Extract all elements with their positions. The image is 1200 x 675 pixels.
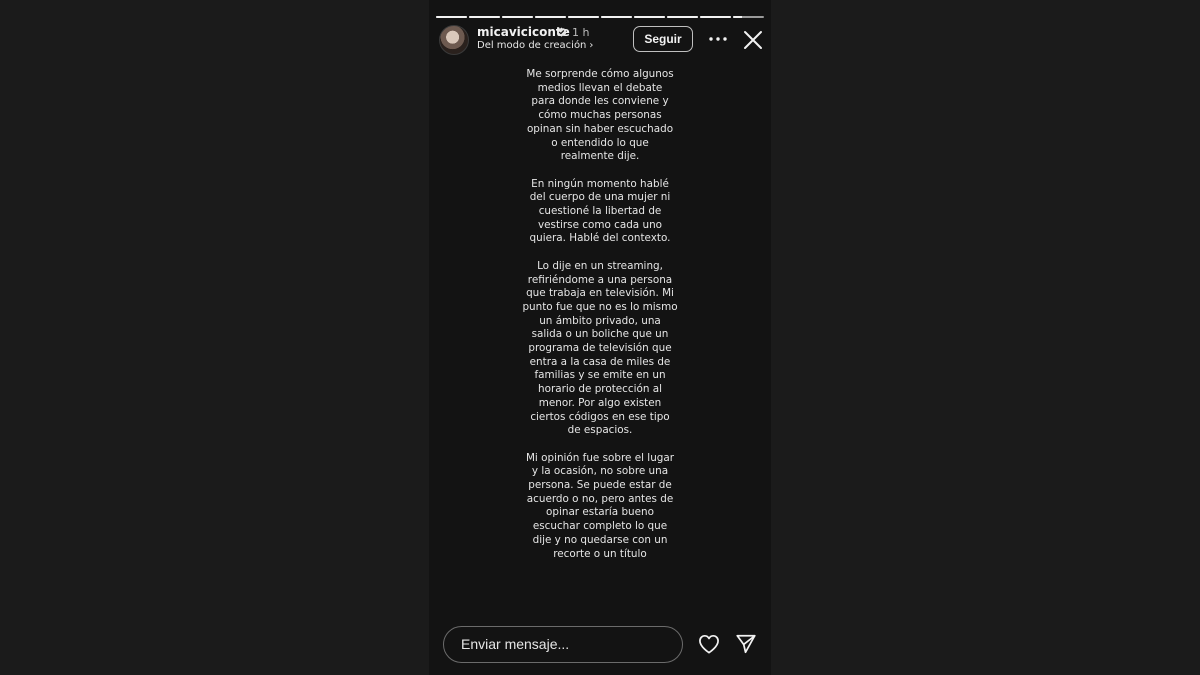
- story-progress-segment: [634, 16, 665, 18]
- follow-button[interactable]: Seguir: [633, 26, 693, 52]
- heart-icon[interactable]: [698, 634, 720, 654]
- send-message-input[interactable]: Enviar mensaje...: [443, 626, 683, 663]
- story-paragraph-2: En ningún momento hablé del cuerpo de un…: [529, 177, 671, 245]
- creation-mode-label: Del modo de creación: [477, 40, 587, 51]
- story-paragraph-1: Me sorprende cómo algunos medios llevan …: [526, 68, 674, 163]
- post-time: 1 h: [572, 26, 590, 39]
- story-footer: Enviar mensaje...: [429, 617, 771, 675]
- send-icon[interactable]: [735, 633, 757, 655]
- story-progress-segment: [601, 16, 632, 18]
- story-progress-segment: [535, 16, 566, 18]
- story-progress-fill: [469, 16, 500, 18]
- more-horizontal-icon[interactable]: [708, 31, 728, 47]
- story-progress-fill: [601, 16, 632, 18]
- avatar[interactable]: [439, 25, 469, 55]
- story-progress-fill: [568, 16, 599, 18]
- story-progress-fill: [733, 16, 743, 18]
- story-viewer: micaviciconte 1 h Del modo de creación › …: [429, 0, 771, 675]
- story-progress-segment: [436, 16, 467, 18]
- story-progress-fill: [634, 16, 665, 18]
- story-paragraph-4: Mi opinión fue sobre el lugar y la ocasi…: [525, 451, 675, 560]
- story-progress-fill: [502, 16, 533, 18]
- close-icon[interactable]: [743, 30, 763, 50]
- story-progress-fill: [700, 16, 731, 18]
- story-progress-fill: [535, 16, 566, 18]
- verified-badge-icon: [556, 27, 567, 37]
- story-progress-segment: [568, 16, 599, 18]
- story-progress-segment: [667, 16, 698, 18]
- story-progress-bar: [436, 16, 764, 19]
- story-progress-segment: [502, 16, 533, 18]
- story-progress-segment: [700, 16, 731, 18]
- story-progress-segment: [469, 16, 500, 18]
- story-progress-segment: [733, 16, 764, 18]
- story-progress-fill: [436, 16, 467, 18]
- story-progress-fill: [667, 16, 698, 18]
- creation-mode-link[interactable]: Del modo de creación ›: [477, 40, 593, 51]
- chevron-right-icon: ›: [589, 40, 594, 51]
- story-text: Me sorprende cómo algunos medios llevan …: [515, 68, 685, 575]
- story-header: micaviciconte 1 h Del modo de creación › …: [429, 22, 771, 58]
- story-paragraph-3: Lo dije en un streaming, refiriéndome a …: [522, 259, 678, 437]
